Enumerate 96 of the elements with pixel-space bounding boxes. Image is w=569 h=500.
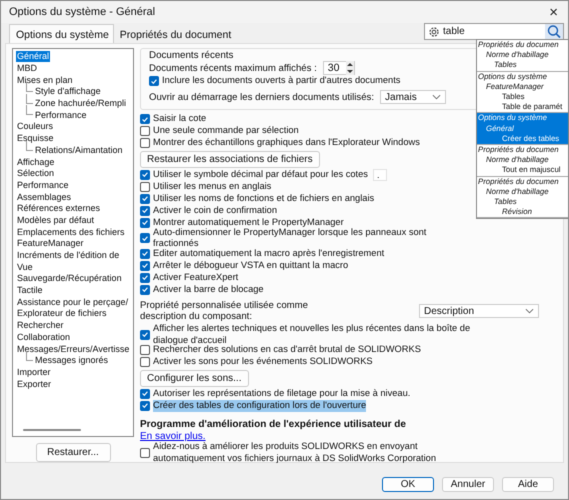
tree-item[interactable]: Vue (16, 262, 34, 273)
close-button[interactable]: × (549, 4, 558, 20)
tree-item[interactable]: Affichage (16, 156, 56, 168)
tree-item[interactable]: Couleurs (16, 121, 54, 132)
checkbox-label: Activer la barre de blocage (153, 284, 264, 296)
tree-item[interactable]: Emplacements des fichiers (16, 226, 126, 238)
tree-item[interactable]: Tactile (16, 285, 44, 296)
checkbox-label: Utiliser les menus en anglais (153, 181, 272, 193)
checkbox[interactable] (140, 388, 150, 399)
chevron-down-icon[interactable] (525, 308, 534, 314)
tree-item[interactable]: Zone hachurée/Rempli (34, 98, 128, 110)
tree-item[interactable]: Relations/Aimantation (34, 144, 124, 156)
checkbox[interactable] (140, 260, 150, 271)
spin-arrows-icon[interactable] (346, 61, 354, 75)
scrollbar[interactable] (23, 429, 81, 431)
window-title: Options du système - Général (9, 6, 156, 18)
checkbox[interactable] (140, 182, 150, 192)
option-button[interactable]: Configurer les sons... (140, 370, 248, 388)
checkbox[interactable] (140, 248, 150, 259)
checkbox[interactable] (140, 272, 150, 283)
search-field[interactable]: table (424, 23, 564, 40)
checkbox[interactable] (140, 206, 150, 216)
tree-item[interactable]: Messages/Erreurs/Avertisse (16, 344, 130, 355)
tree-item[interactable]: Modèles par défaut (16, 214, 96, 226)
checkbox-label: Saisir la cote (153, 113, 206, 125)
checkbox-label: Utiliser le symbole décimal par défaut pour les cotes (153, 169, 368, 181)
checkbox-label: Montrer automatiquement le PropertyManager (153, 217, 344, 228)
tree-item[interactable]: Sélection (16, 168, 56, 180)
dropdown[interactable]: Jamais (380, 90, 446, 104)
tab[interactable]: Propriétés du document (114, 27, 236, 43)
group-title: Documents récents (149, 50, 234, 61)
section-heading: Programme d'amélioration de l'expérience utilisateur de (140, 419, 406, 430)
tree-item[interactable]: Esquisse (16, 133, 55, 144)
tree-item[interactable]: Messages ignorés (34, 355, 110, 366)
checkbox[interactable] (149, 76, 159, 86)
tree-item[interactable]: Assemblages (16, 192, 72, 203)
checkbox-label: Arrêter le débogueur VSTA en quittant la macro (153, 260, 348, 272)
tree-item[interactable]: Sauvegarde/Récupération (16, 273, 123, 284)
checkbox-label: Inclure les documents ouverts à partir d'autres documents (162, 75, 400, 87)
option-button[interactable]: Restaurer les associations de fichiers (140, 150, 320, 168)
checkbox[interactable] (140, 357, 150, 368)
checkbox[interactable] (140, 194, 150, 204)
checkbox[interactable] (140, 126, 150, 136)
dialog-button[interactable]: Aide (502, 477, 554, 492)
tree-item[interactable]: Références externes (16, 203, 102, 214)
checkbox[interactable] (140, 218, 150, 228)
gear-icon[interactable] (428, 26, 440, 38)
tree-item[interactable]: Performance (16, 180, 70, 191)
field-label: Ouvrir au démarrage les derniers documents utilisés: (149, 92, 374, 102)
tree-item[interactable]: MBD (16, 63, 38, 74)
checkbox-label: Une seule commande par sélection (153, 125, 299, 137)
tree-item[interactable]: Incréments de l'édition de (16, 250, 120, 262)
tree-item[interactable]: Exporter (16, 378, 52, 390)
checkbox-label: Créer des tables de configuration lors de l'ouverture (153, 400, 366, 412)
checkbox[interactable] (140, 400, 150, 411)
number-field[interactable]: 30 (322, 61, 355, 75)
checkbox-label: Editer automatiquement la macro après l'enregistrement (153, 248, 384, 260)
input-field[interactable]: . (372, 168, 387, 181)
dialog-button[interactable]: Annuler (442, 477, 494, 492)
tree-item[interactable]: Rechercher (16, 320, 65, 332)
learn-more-link[interactable]: En savoir plus. (140, 431, 206, 442)
tree-item[interactable]: Général (16, 51, 50, 62)
checkbox-label: Afficher les alertes techniques et nouvelles les plus récentes dans la boîte de dialogue d'accueil (153, 323, 472, 345)
tree-item[interactable]: Performance (34, 110, 88, 121)
checkbox[interactable] (140, 114, 150, 124)
tab[interactable]: Options du système (9, 24, 114, 43)
checkbox-label: Utiliser les noms de fonctions et de fichiers en anglais (153, 193, 374, 205)
checkbox-label: Activer les sons pour les événements SOLIDWORKS (153, 356, 373, 368)
checkbox-label: Auto-dimensionner le PropertyManager lorsque les panneaux sont fractionnés (153, 226, 428, 249)
checkbox-label: Montrer des échantillons graphiques dans l'Explorateur Windows (153, 137, 420, 149)
dropdown[interactable]: Description (419, 304, 539, 318)
checkbox[interactable] (140, 138, 150, 148)
checkbox[interactable] (140, 233, 150, 244)
tree-item[interactable]: Explorateur de fichiers (16, 308, 108, 320)
checkbox[interactable] (140, 284, 150, 295)
checkbox[interactable] (140, 448, 150, 458)
checkbox-label: Rechercher des solutions en cas d'arrêt brutal de SOLIDWORKS (153, 344, 421, 356)
tree-item[interactable]: FeatureManager (16, 238, 85, 250)
tree-item[interactable]: Style d'affichage (34, 86, 102, 98)
checkbox-label: Activer FeatureXpert (153, 272, 238, 284)
field-label: Documents récents maximum affichés : (149, 62, 317, 74)
tree-item[interactable]: Assistance pour le perçage/ (16, 296, 130, 308)
tree-item[interactable]: Mises en plan (16, 74, 74, 86)
tree-item[interactable]: Importer (16, 366, 52, 378)
search-icon[interactable] (545, 24, 563, 39)
tree-item[interactable]: Collaboration (16, 332, 72, 343)
checkbox[interactable] (140, 345, 150, 356)
dialog-button[interactable]: OK (382, 477, 434, 492)
chevron-down-icon[interactable] (432, 94, 442, 100)
checkbox-label: Autoriser les représentations de filetage pour la mise à niveau. (153, 388, 410, 400)
checkbox-label: Activer le coin de confirmation (153, 205, 278, 217)
checkbox-label: Aidez-nous à améliorer les produits SOLIDWORKS en envoyant automatiquement vos fichiers journaux à DS SolidWorks Corporation (153, 441, 438, 464)
restore-button[interactable]: Restaurer... (36, 443, 110, 462)
field-label: Propriété personnalisée utilisée comme description du composant: (140, 300, 309, 323)
checkbox[interactable] (140, 170, 150, 180)
checkbox[interactable] (140, 330, 150, 340)
